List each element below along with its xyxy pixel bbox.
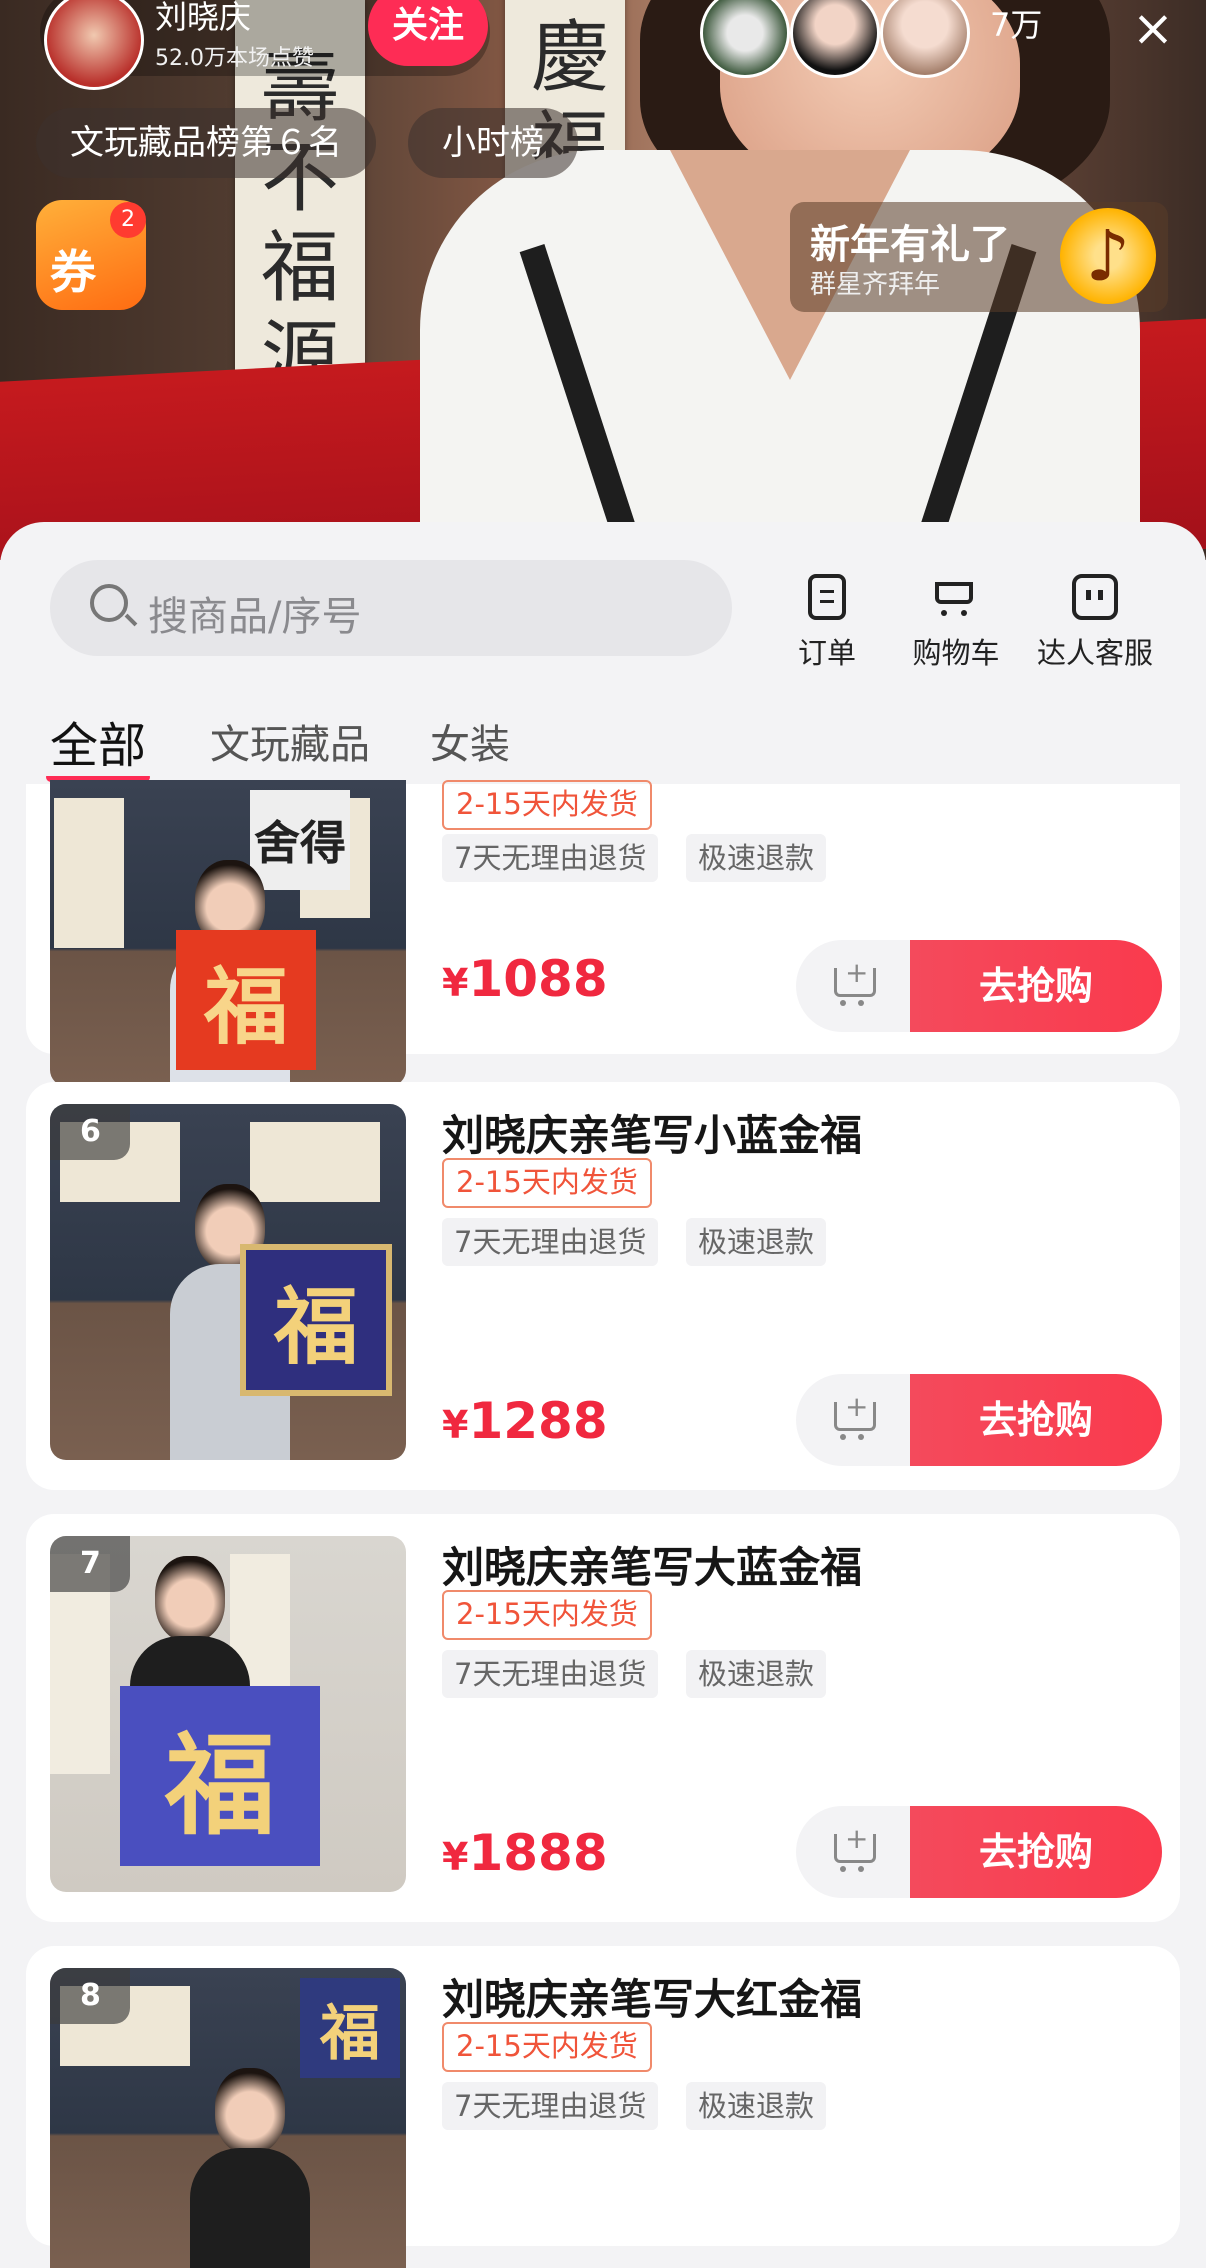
- viewer-count[interactable]: 7万: [990, 0, 1042, 46]
- product-card[interactable]: 舍得 福 2-15天内发货 7天无理由退货 极速退款 ¥1088 去抢购: [26, 780, 1180, 1086]
- product-image[interactable]: 舍得 福: [50, 780, 406, 1086]
- fu-board: 福: [176, 930, 316, 1070]
- cart-icon: [933, 574, 979, 620]
- tab-womens-wear[interactable]: 女装: [430, 712, 510, 770]
- new-year-promo[interactable]: 新年有礼了 群星齐拜年 ♪: [790, 202, 1168, 312]
- order-icon: [808, 574, 846, 620]
- search-placeholder: 搜商品/序号: [148, 594, 362, 640]
- service-icon: [1072, 574, 1118, 620]
- action-group: 去抢购: [796, 940, 1162, 1032]
- product-card[interactable]: 福 7 刘晓庆亲笔写大蓝金福 2-15天内发货 7天无理由退货 极速退款 ¥18…: [26, 1514, 1180, 1922]
- fu-board: 福: [300, 1978, 400, 2078]
- action-group: 去抢购: [796, 1806, 1162, 1898]
- add-to-cart-button[interactable]: [796, 1374, 910, 1466]
- rank-number: 6: [50, 1104, 130, 1160]
- return-tag: 7天无理由退货: [442, 2082, 659, 2130]
- close-icon[interactable]: ×: [1132, 0, 1174, 56]
- product-title[interactable]: 刘晓庆亲笔写小蓝金福: [442, 1102, 862, 1163]
- product-card[interactable]: 福 6 刘晓庆亲笔写小蓝金福 2-15天内发货 7天无理由退货 极速退款 ¥12…: [26, 1082, 1180, 1490]
- shipping-badge: 2-15天内发货: [442, 780, 652, 830]
- return-tag: 7天无理由退货: [442, 834, 659, 882]
- product-title[interactable]: 刘晓庆亲笔写大红金福: [442, 1966, 862, 2027]
- price: ¥1888: [442, 1824, 608, 1882]
- follow-button[interactable]: 关注: [368, 0, 488, 66]
- action-group: 去抢购: [796, 1374, 1162, 1466]
- tiktok-logo-icon: ♪: [1060, 208, 1156, 304]
- add-to-cart-button[interactable]: [796, 940, 910, 1032]
- shipping-badge: 2-15天内发货: [442, 1590, 652, 1640]
- refund-tag: 极速退款: [686, 2082, 827, 2130]
- fu-board: 福: [120, 1686, 320, 1866]
- buy-now-button[interactable]: 去抢购: [910, 1374, 1162, 1466]
- rank-number: 8: [50, 1968, 130, 2024]
- refund-tag: 极速退款: [686, 1218, 827, 1266]
- rank-number: 7: [50, 1536, 130, 1592]
- cart-button[interactable]: 购物车: [886, 552, 1026, 672]
- coupon-count-badge: 2: [110, 202, 146, 238]
- search-icon: [90, 584, 128, 622]
- add-to-cart-button[interactable]: [796, 1806, 910, 1898]
- promo-subtitle: 群星齐拜年: [810, 270, 941, 300]
- tab-all[interactable]: 全部: [50, 706, 146, 776]
- shipping-badge: 2-15天内发货: [442, 1158, 652, 1208]
- customer-service-button[interactable]: 达人客服: [1025, 552, 1165, 672]
- return-tag: 7天无理由退货: [442, 1218, 659, 1266]
- product-card[interactable]: 福 8 刘晓庆亲笔写大红金福 2-15天内发货 7天无理由退货 极速退款: [26, 1946, 1180, 2268]
- hour-rank-badge[interactable]: 小时榜: [408, 108, 578, 178]
- return-tag: 7天无理由退货: [442, 1650, 659, 1698]
- host-likes: 52.0万本场点赞: [155, 46, 314, 71]
- host-avatar[interactable]: [44, 0, 144, 90]
- fu-board: 福: [240, 1244, 392, 1396]
- shipping-badge: 2-15天内发货: [442, 2022, 652, 2072]
- product-title[interactable]: 刘晓庆亲笔写大蓝金福: [442, 1534, 862, 1595]
- buy-now-button[interactable]: 去抢购: [910, 1806, 1162, 1898]
- orders-button[interactable]: 订单: [757, 552, 897, 672]
- price: ¥1288: [442, 1392, 608, 1450]
- coupon-label: 券: [50, 245, 96, 299]
- buy-now-button[interactable]: 去抢购: [910, 940, 1162, 1032]
- search-input[interactable]: 搜商品/序号: [50, 560, 732, 656]
- refund-tag: 极速退款: [686, 1650, 827, 1698]
- live-video[interactable]: 壽 不 福 源 慶 福 刘晓庆 52.0万本场点赞 关注 7万 × 文玩藏品榜第…: [0, 0, 1206, 560]
- tab-collectibles[interactable]: 文玩藏品: [210, 712, 370, 770]
- promo-title: 新年有礼了: [810, 222, 1010, 268]
- refund-tag: 极速退款: [686, 834, 827, 882]
- rank-badge[interactable]: 文玩藏品榜第６名: [36, 108, 376, 178]
- host-name: 刘晓庆: [155, 0, 252, 36]
- price: ¥1088: [442, 950, 608, 1008]
- product-panel: 搜商品/序号 订单 购物车 达人客服 全部 文玩藏品 女装 舍得 福 2-15天…: [0, 522, 1206, 2268]
